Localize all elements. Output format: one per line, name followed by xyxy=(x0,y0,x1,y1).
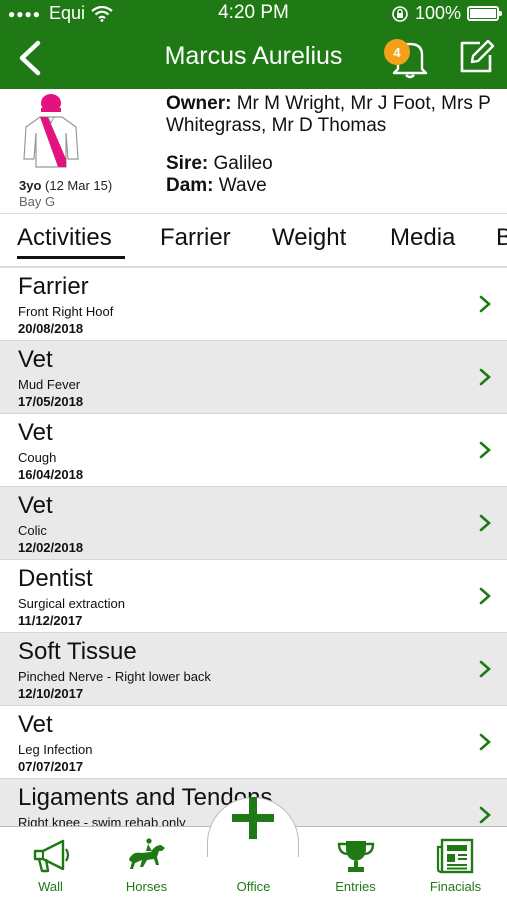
tab-media[interactable]: Media xyxy=(390,224,455,252)
list-item[interactable]: Soft Tissue Pinched Nerve - Right lower … xyxy=(0,633,507,706)
chevron-right-icon xyxy=(479,441,491,459)
list-item[interactable]: Vet Mud Fever 17/05/2018 xyxy=(0,341,507,414)
tab-activities[interactable]: Activities xyxy=(17,224,112,252)
horse-birthdate: (12 Mar 15) xyxy=(45,178,113,193)
activity-title: Vet xyxy=(18,346,53,373)
chevron-right-icon xyxy=(479,587,491,605)
tabbar-entries-label: Entries xyxy=(335,879,376,894)
list-item[interactable]: Vet Cough 16/04/2018 xyxy=(0,414,507,487)
notifications-button[interactable]: 4 xyxy=(380,35,430,79)
activity-subtitle: Mud Fever xyxy=(18,377,81,392)
sire-label: Sire: xyxy=(166,153,209,174)
horse-age-value: 3yo xyxy=(19,178,42,193)
tabbar-horses[interactable]: Horses xyxy=(96,827,197,900)
notification-badge: 4 xyxy=(384,39,410,65)
trophy-icon xyxy=(337,841,374,872)
tabbar-horses-label: Horses xyxy=(125,879,168,894)
tab-farrier[interactable]: Farrier xyxy=(160,224,231,252)
activity-title: Vet xyxy=(18,711,53,738)
activity-title: Dentist xyxy=(18,565,93,592)
activity-date: 17/05/2018 xyxy=(18,394,84,409)
active-tab-indicator xyxy=(17,256,125,259)
activity-title: Vet xyxy=(18,492,53,519)
page-title: Marcus Aurelius xyxy=(164,42,343,70)
status-right: 100% xyxy=(391,3,502,24)
status-bar: ●●●● Equi 4:20 PM 100% xyxy=(0,0,507,27)
dam-label: Dam: xyxy=(166,175,214,196)
list-item[interactable]: Vet Leg Infection 07/07/2017 xyxy=(0,706,507,779)
chevron-right-icon xyxy=(479,368,491,386)
owner-label: Owner: xyxy=(166,93,232,114)
activity-date: 11/12/2017 xyxy=(18,613,83,628)
activity-subtitle: Leg Infection xyxy=(18,742,93,757)
activity-subtitle: Right knee - swim rehab only xyxy=(18,815,186,826)
dam-value: Wave xyxy=(218,175,267,196)
tabbar-wall[interactable]: Wall xyxy=(0,827,101,900)
chevron-right-icon xyxy=(479,660,491,678)
nav-bar: Marcus Aurelius 4 xyxy=(0,27,507,89)
activity-list: Farrier Front Right Hoof 20/08/2018 Vet … xyxy=(0,266,507,826)
activity-subtitle: Surgical extraction xyxy=(18,596,125,611)
activity-date: 20/08/2018 xyxy=(18,321,84,336)
horse-age: 3yo (12 Mar 15) xyxy=(19,178,112,193)
battery-percent: 100% xyxy=(414,3,461,23)
tab-strip: Activities Farrier Weight Media B xyxy=(0,213,507,266)
chevron-right-icon xyxy=(479,733,491,751)
horse-color: Bay G xyxy=(19,194,56,209)
sire-line: Sire: Galileo xyxy=(166,153,273,175)
tab-overflow[interactable]: B xyxy=(496,224,507,252)
sire-value: Galileo xyxy=(213,153,273,174)
horse-rider-icon xyxy=(128,838,165,869)
activity-subtitle: Front Right Hoof xyxy=(18,304,114,319)
tab-weight[interactable]: Weight xyxy=(272,224,346,252)
chevron-right-icon xyxy=(479,295,491,313)
tabbar-entries[interactable]: Entries xyxy=(305,827,406,900)
list-item[interactable]: Vet Colic 12/02/2018 xyxy=(0,487,507,560)
edit-icon[interactable] xyxy=(456,37,496,77)
activity-date: 07/07/2017 xyxy=(18,759,84,774)
chevron-right-icon xyxy=(479,806,491,824)
list-item[interactable]: Dentist Surgical extraction 11/12/2017 xyxy=(0,560,507,633)
megaphone-icon xyxy=(33,839,69,873)
horse-info: 3yo (12 Mar 15) Bay G Owner: Mr M Wright… xyxy=(0,89,507,212)
activity-date: 16/04/2018 xyxy=(18,467,84,482)
activity-date: 12/02/2018 xyxy=(18,540,84,555)
dam-line: Dam: Wave xyxy=(166,175,267,197)
activity-title: Farrier xyxy=(18,273,89,300)
tabbar-office-label: Office xyxy=(236,879,271,894)
tabbar-financials-label: Finacials xyxy=(429,879,482,894)
activity-subtitle: Pinched Nerve - Right lower back xyxy=(18,669,211,684)
tabbar-financials[interactable]: Finacials xyxy=(405,827,506,900)
racing-silks-icon xyxy=(23,94,79,168)
activity-subtitle: Cough xyxy=(18,450,57,465)
chevron-right-icon xyxy=(479,514,491,532)
newspaper-icon xyxy=(436,838,473,874)
orientation-lock-icon xyxy=(392,5,408,22)
owner-line: Owner: Mr M Wright, Mr J Foot, Mrs P Whi… xyxy=(166,93,496,137)
activity-date: 12/10/2017 xyxy=(18,686,84,701)
activity-subtitle: Colic xyxy=(18,523,47,538)
battery-icon xyxy=(467,6,502,21)
activity-title: Soft Tissue xyxy=(18,638,137,665)
list-item[interactable]: Farrier Front Right Hoof 20/08/2018 xyxy=(0,268,507,341)
tabbar-wall-label: Wall xyxy=(38,879,63,894)
plus-icon[interactable] xyxy=(230,795,276,841)
activity-title: Vet xyxy=(18,419,53,446)
